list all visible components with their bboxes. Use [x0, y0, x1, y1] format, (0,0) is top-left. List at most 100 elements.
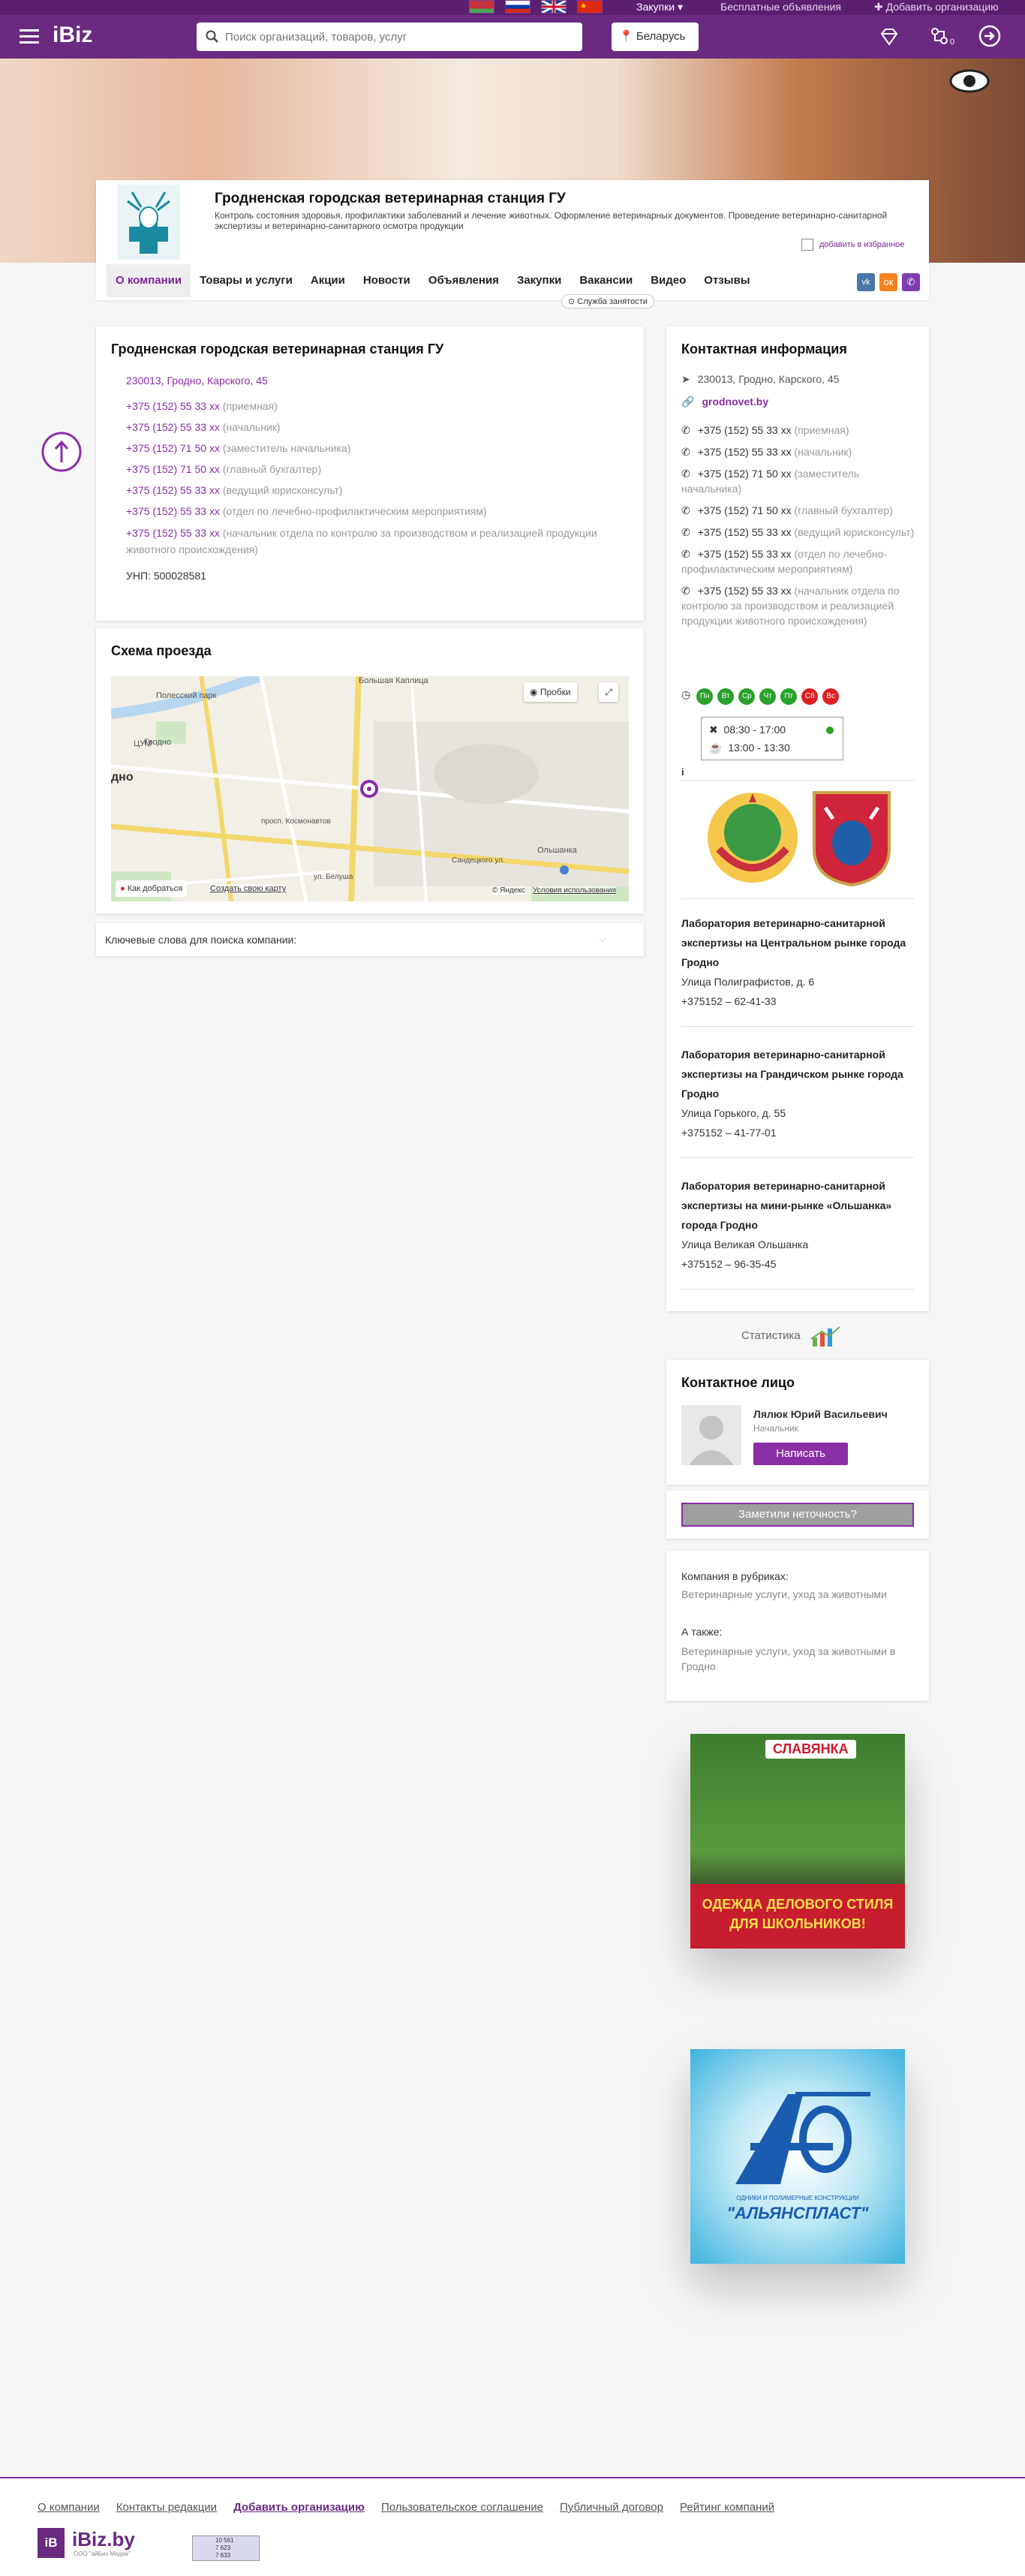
- rubric-link[interactable]: Ветеринарные услуги, уход за животными: [681, 1588, 887, 1600]
- menu-icon[interactable]: [20, 27, 39, 44]
- info-icon[interactable]: i: [681, 766, 684, 778]
- phone-number[interactable]: +375 (152) 71 50 xx: [698, 468, 792, 480]
- ad-logo-icon: [735, 2092, 870, 2184]
- purchases-dropdown[interactable]: Закупки ▾: [636, 1, 683, 14]
- footer-link[interactable]: Публичный договор: [560, 2501, 663, 2514]
- diamond-icon[interactable]: [878, 26, 900, 48]
- person-title: Контактное лицо: [681, 1375, 795, 1390]
- region-selector[interactable]: 📍 Беларусь: [612, 23, 699, 51]
- ad-text: ОДЕЖДА ДЕЛОВОГО СТИЛЯ ДЛЯ ШКОЛЬНИКОВ!: [702, 1897, 894, 1931]
- create-map-link[interactable]: Создать свою карту: [210, 884, 287, 893]
- phone-number[interactable]: +375 (152) 71 50 xx: [126, 442, 220, 454]
- compare-icon[interactable]: [929, 26, 951, 48]
- contact-phone-row: ✆ +375 (152) 55 33 xx (начальник отдела п…: [681, 583, 917, 628]
- footer-link[interactable]: Добавить организацию: [233, 2501, 365, 2514]
- phone-number[interactable]: +375 (152) 55 33 xx: [698, 446, 792, 458]
- phone-number[interactable]: +375 (152) 55 33 xx: [126, 421, 220, 433]
- by-flag-icon[interactable]: [469, 0, 494, 14]
- footer-logo-icon[interactable]: iB: [38, 2528, 65, 2558]
- search-icon[interactable]: [206, 30, 219, 44]
- write-button[interactable]: Написать: [753, 1443, 848, 1465]
- phone-number[interactable]: +375 (152) 55 33 xx: [698, 548, 792, 560]
- eye-icon[interactable]: [948, 68, 990, 95]
- also-link[interactable]: Ветеринарные услуги, уход за животными в…: [681, 1644, 906, 1674]
- viber-icon[interactable]: ✆: [902, 273, 920, 291]
- contact-phones: ✆ +375 (152) 55 33 xx (приемная) ✆ +375 (15…: [681, 423, 917, 635]
- map-canvas: [111, 676, 629, 901]
- tab-item[interactable]: О компании: [107, 264, 191, 297]
- login-icon[interactable]: [978, 24, 1002, 48]
- phone-icon: ✆: [681, 526, 690, 538]
- contact-phone-row: ✆ +375 (152) 55 33 xx (отдел по лечебно-п…: [681, 546, 917, 576]
- footer-link[interactable]: Рейтинг компаний: [680, 2501, 774, 2514]
- vk-icon[interactable]: vk: [857, 273, 875, 291]
- tab-item[interactable]: Акции: [302, 264, 354, 297]
- ru-flag-icon[interactable]: [505, 0, 531, 14]
- keywords-accordion[interactable]: Ключевые слова для поиска компании: ⌵: [96, 923, 644, 956]
- employment-badge[interactable]: ⊙ Служба занятости: [561, 294, 654, 308]
- logo[interactable]: iBiz: [53, 23, 92, 48]
- plus-icon: ✚: [874, 1, 883, 13]
- phone-note: (приемная): [794, 424, 849, 436]
- grodno-coat-of-arms-icon: [813, 791, 891, 886]
- phone-note: (начальник): [794, 446, 852, 458]
- phone-number[interactable]: +375 (152) 55 33 xx: [126, 505, 220, 517]
- phone-note: (главный бухгалтер): [222, 463, 322, 475]
- visit-counter[interactable]: 10 561 7 623 7 633: [192, 2535, 260, 2561]
- contact-phone-row: ✆ +375 (152) 55 33 xx (ведущий юрисконсул…: [681, 525, 917, 540]
- checkbox-icon[interactable]: [801, 239, 813, 251]
- counter-value: 7 633: [215, 2552, 231, 2559]
- tab-item[interactable]: Товары и услуги: [191, 264, 302, 297]
- ad-brand: "АЛЬЯНСПЛАСТ": [726, 2204, 869, 2222]
- map-label: Полесский парк: [156, 691, 217, 700]
- ad-banner[interactable]: СЛАВЯНКА ОДЕЖДА ДЕЛОВОГО СТИЛЯ ДЛЯ ШКОЛЬ…: [690, 1734, 905, 1949]
- phone-number[interactable]: +375 (152) 55 33 xx: [698, 424, 792, 436]
- map[interactable]: Большая Каплица Полесский парк Гродно ЦУ…: [111, 676, 629, 901]
- tab-item[interactable]: Закупки: [508, 264, 570, 297]
- search-input[interactable]: [225, 27, 570, 47]
- footer-link[interactable]: Пользовательское соглашение: [381, 2501, 543, 2514]
- phone-number[interactable]: +375 (152) 71 50 xx: [698, 504, 792, 516]
- phone-number[interactable]: +375 (152) 55 33 xx: [698, 526, 792, 538]
- cn-flag-icon[interactable]: ★: [577, 0, 603, 14]
- phone-number[interactable]: +375 (152) 55 33 xx: [126, 484, 220, 496]
- location-icon: 📍: [619, 30, 633, 43]
- phone-number[interactable]: +375 (152) 55 33 xx: [126, 527, 220, 539]
- contacts-site[interactable]: 🔗 grodnovet.by: [681, 396, 768, 408]
- counter-value: 7 623: [215, 2544, 231, 2551]
- free-ads-link[interactable]: Бесплатные объявления: [720, 1, 841, 13]
- day-indicator: Пт: [780, 688, 798, 705]
- phone-note: (главный бухгалтер): [794, 504, 893, 516]
- phone-number[interactable]: +375 (152) 55 33 xx: [698, 585, 792, 597]
- stats-link[interactable]: Статистика: [741, 1324, 846, 1348]
- footer-logo[interactable]: iBiz.by: [72, 2528, 135, 2551]
- contacts-title: Контактная информация: [681, 342, 847, 357]
- footer-link[interactable]: Контакты редакции: [116, 2501, 217, 2514]
- fullscreen-icon[interactable]: ⤢: [599, 682, 618, 702]
- chevron-down-icon: ⌵: [599, 932, 607, 944]
- contacts-card: Контактная информация ➤ 230013, Гродно, К…: [666, 327, 929, 1311]
- tab-item[interactable]: Объявления: [419, 264, 508, 297]
- tab-item[interactable]: Видео: [642, 264, 695, 297]
- terms-link[interactable]: Условия использования: [533, 886, 616, 895]
- add-org-link[interactable]: ✚ Добавить организацию: [874, 1, 999, 14]
- main-address[interactable]: 230013, Гродно, Карского, 45: [126, 375, 268, 387]
- tab-item[interactable]: Вакансии: [570, 264, 642, 297]
- report-button[interactable]: Заметили неточность?: [681, 1503, 914, 1527]
- footer-tagline: ООО "айБиз Медиа": [74, 2550, 131, 2557]
- tab-item[interactable]: Отзывы: [695, 264, 759, 297]
- phone-number[interactable]: +375 (152) 71 50 xx: [126, 463, 220, 475]
- traffic-button[interactable]: ◉ Пробки: [524, 682, 577, 702]
- main-title: Гродненская городская ветеринарная станц…: [111, 342, 444, 357]
- route-button[interactable]: ● Как добраться: [116, 880, 188, 897]
- en-flag-icon[interactable]: [541, 0, 567, 14]
- tab-item[interactable]: Новости: [354, 264, 419, 297]
- favorite-toggle[interactable]: добавить в избранное: [801, 239, 904, 251]
- ok-icon[interactable]: ок: [879, 273, 897, 291]
- phone-icon: ✆: [681, 468, 690, 480]
- ad-banner[interactable]: "АЛЬЯНСПЛАСТ" ОДНИКИ И ПОЛИМЕРНЫЕ КОНСТР…: [690, 2049, 905, 2264]
- phone-number[interactable]: +375 (152) 55 33 xx: [126, 400, 220, 412]
- footer-link[interactable]: О компании: [38, 2501, 100, 2514]
- scroll-up-icon[interactable]: [41, 431, 83, 473]
- contact-phone-row: ✆ +375 (152) 71 50 xx (заместитель началь…: [681, 466, 917, 496]
